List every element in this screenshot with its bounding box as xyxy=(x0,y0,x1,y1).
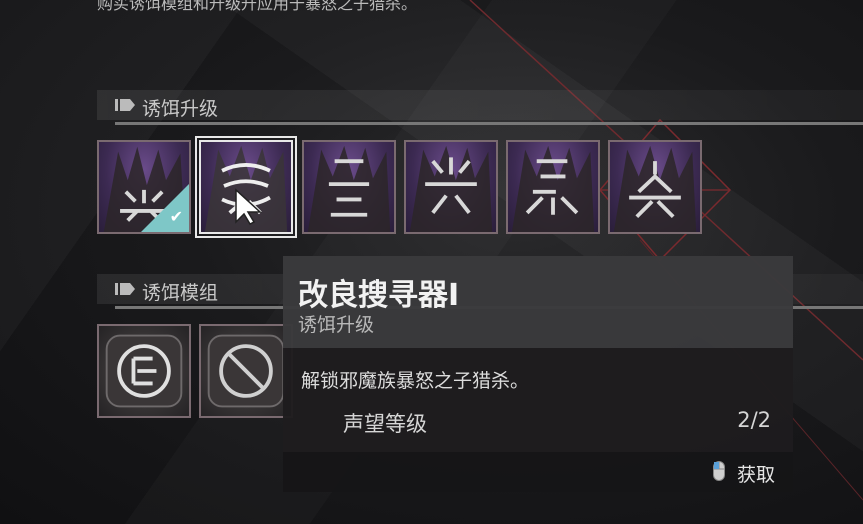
upgrade-slot-5[interactable] xyxy=(506,140,600,234)
section-header-upgrades: 诱饵升级 xyxy=(97,90,863,120)
tooltip-subtitle: 诱饵升级 xyxy=(298,314,375,336)
glyph-5-icon xyxy=(511,145,595,232)
upgrade-slot-1[interactable]: ✔ xyxy=(97,140,191,234)
cursor-icon xyxy=(235,188,262,225)
divider xyxy=(115,122,863,125)
mod-blocked-icon xyxy=(207,334,285,408)
mod-slot-2[interactable] xyxy=(199,324,293,418)
mod-glyph-icon xyxy=(105,334,183,408)
requirement-label: 声望等级 xyxy=(343,412,427,436)
check-icon: ✔ xyxy=(169,207,183,226)
glyph-4-icon xyxy=(409,145,493,232)
tag-icon xyxy=(115,99,135,111)
section-label: 诱饵升级 xyxy=(142,98,219,120)
acquire-action[interactable]: 获取 xyxy=(737,460,775,487)
intro-text: 购买诱饵模组和升级升应用于暴怒之子猎杀。 xyxy=(97,0,418,13)
upgrade-slot-4[interactable] xyxy=(404,140,498,234)
item-tooltip: 改良搜寻器I 诱饵升级 解锁邪魔族暴怒之子猎杀。 声望等级 2/2 获取 xyxy=(283,256,793,492)
upgrade-slot-6[interactable] xyxy=(608,140,702,234)
upgrade-slot-3[interactable] xyxy=(302,140,396,234)
tooltip-description: 解锁邪魔族暴怒之子猎杀。 xyxy=(301,370,530,392)
tooltip-body: 解锁邪魔族暴怒之子猎杀。 声望等级 2/2 获取 xyxy=(283,348,793,492)
mouse-icon xyxy=(713,461,725,481)
tooltip-header: 改良搜寻器I 诱饵升级 xyxy=(283,256,793,348)
glyph-3-icon xyxy=(307,145,391,232)
tooltip-footer: 获取 xyxy=(283,452,793,492)
requirement-value: 2/2 xyxy=(737,408,771,432)
section-label: 诱饵模组 xyxy=(142,282,219,304)
glyph-6-icon xyxy=(613,145,697,232)
tag-icon xyxy=(115,283,135,295)
mod-slot-1[interactable] xyxy=(97,324,191,418)
tooltip-title: 改良搜寻器I xyxy=(298,278,460,313)
